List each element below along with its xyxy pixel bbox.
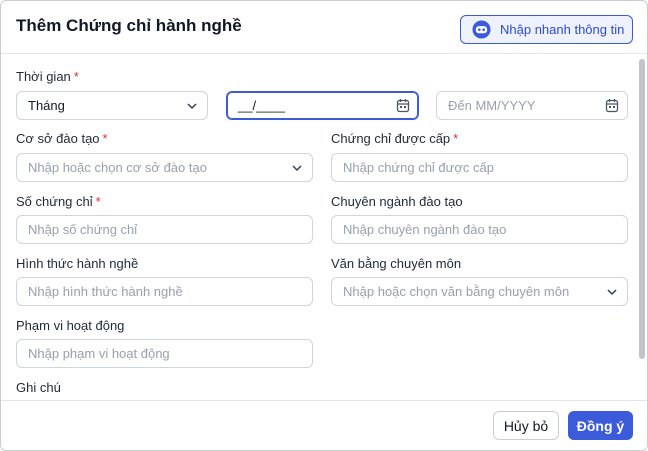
professional-degree-placeholder: Nhập hoặc chọn văn bằng chuyên môn <box>343 284 570 299</box>
required-mark: * <box>102 131 108 146</box>
training-major-label: Chuyên ngành đào tạo <box>331 194 463 209</box>
chevron-down-icon <box>187 103 197 110</box>
certificate-issued-label: Chứng chỉ được cấp * <box>331 131 459 146</box>
training-facility-label: Cơ sở đào tạo * <box>16 131 108 146</box>
certificate-issued-placeholder: Nhập chứng chỉ được cấp <box>343 160 494 175</box>
to-date-placeholder: Đến MM/YYYY <box>448 98 536 113</box>
quick-fill-label: Nhập nhanh thông tin <box>500 22 625 37</box>
certificate-number-label: Số chứng chỉ * <box>16 194 101 209</box>
practice-form-input[interactable]: Nhập hình thức hành nghề <box>16 277 313 306</box>
training-facility-placeholder: Nhập hoặc chọn cơ sở đào tạo <box>28 160 207 175</box>
required-mark: * <box>95 194 101 209</box>
dialog-body: Thời gian * Tháng __/____ Đến MM/YYYY Cơ … <box>1 55 647 400</box>
confirm-button[interactable]: Đồng ý <box>568 411 633 440</box>
dialog-footer: Hủy bỏ Đồng ý <box>1 400 647 450</box>
scrollbar-thumb[interactable] <box>639 59 645 359</box>
calendar-icon <box>605 99 619 113</box>
certificate-issued-input[interactable]: Nhập chứng chỉ được cấp <box>331 153 628 182</box>
month-select-value: Tháng <box>28 98 65 113</box>
time-label: Thời gian * <box>16 69 79 84</box>
chevron-down-icon <box>292 165 302 172</box>
dialog-header: Thêm Chứng chỉ hành nghề Nhập nhanh thôn… <box>1 1 647 54</box>
practice-form-label: Hình thức hành nghề <box>16 256 139 271</box>
dialog-title: Thêm Chứng chỉ hành nghề <box>16 16 242 35</box>
calendar-icon <box>396 99 410 113</box>
cancel-button[interactable]: Hủy bỏ <box>493 411 559 440</box>
scope-placeholder: Nhập phạm vi hoạt động <box>28 346 170 361</box>
from-date-value: __/____ <box>238 98 285 113</box>
training-major-placeholder: Nhập chuyên ngành đào tạo <box>343 222 507 237</box>
scope-label: Phạm vi hoạt động <box>16 318 125 333</box>
scope-input[interactable]: Nhập phạm vi hoạt động <box>16 339 313 368</box>
training-facility-select[interactable]: Nhập hoặc chọn cơ sở đào tạo <box>16 153 313 182</box>
professional-degree-select[interactable]: Nhập hoặc chọn văn bằng chuyên môn <box>331 277 628 306</box>
month-select[interactable]: Tháng <box>16 91 208 120</box>
professional-degree-label: Văn bằng chuyên môn <box>331 256 462 271</box>
scrollbar[interactable] <box>637 55 647 400</box>
robot-icon <box>472 20 491 39</box>
required-mark: * <box>453 131 459 146</box>
practice-form-placeholder: Nhập hình thức hành nghề <box>28 284 183 299</box>
to-date-input[interactable]: Đến MM/YYYY <box>436 91 628 120</box>
add-certificate-dialog: Thêm Chứng chỉ hành nghề Nhập nhanh thôn… <box>0 0 648 451</box>
quick-fill-button[interactable]: Nhập nhanh thông tin <box>460 15 633 44</box>
from-date-input[interactable]: __/____ <box>226 91 419 120</box>
certificate-number-input[interactable]: Nhập số chứng chỉ <box>16 215 313 244</box>
chevron-down-icon <box>607 289 617 296</box>
note-label: Ghi chú <box>16 380 61 395</box>
training-major-input[interactable]: Nhập chuyên ngành đào tạo <box>331 215 628 244</box>
certificate-number-placeholder: Nhập số chứng chỉ <box>28 222 138 237</box>
required-mark: * <box>73 69 79 84</box>
